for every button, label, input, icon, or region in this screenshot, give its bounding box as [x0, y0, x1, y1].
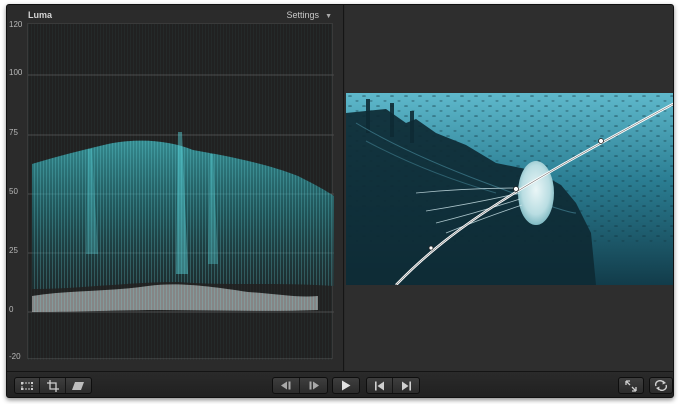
loop-button[interactable] — [650, 378, 672, 393]
settings-label: Settings — [286, 10, 320, 20]
transform-icon — [21, 381, 34, 390]
next-frame-button[interactable] — [300, 378, 327, 393]
waveform-plot — [27, 23, 334, 360]
jump-group — [366, 377, 420, 394]
axis-tick-label: 100 — [9, 68, 23, 77]
axis-tick-label: 120 — [9, 20, 23, 29]
scope-title: Luma — [28, 10, 53, 20]
axis-tick-label: 0 — [9, 305, 14, 314]
go-to-start-button[interactable] — [367, 378, 394, 393]
loop-icon — [654, 380, 668, 391]
video-frame-graphic — [346, 93, 673, 285]
axis-tick-label: 75 — [9, 128, 18, 137]
luma-scope-panel: Luma Settings ▼ 120 100 75 50 25 0 -20 — [7, 5, 344, 371]
waveform-graphic — [28, 24, 334, 360]
fullscreen-icon — [625, 379, 637, 392]
go-to-start-icon — [375, 381, 384, 390]
fullscreen-button[interactable] — [619, 378, 643, 393]
go-to-end-button[interactable] — [393, 378, 419, 393]
crop-icon — [46, 379, 59, 392]
previous-frame-button[interactable] — [273, 378, 301, 393]
distort-button[interactable] — [66, 378, 91, 393]
curve-control-point — [428, 245, 434, 251]
jellyfish — [518, 161, 554, 225]
axis-tick-label: 25 — [9, 246, 18, 255]
onscreen-controls-group — [14, 377, 92, 394]
loop-group — [649, 377, 673, 394]
crop-button[interactable] — [40, 378, 66, 393]
play-group — [332, 377, 360, 394]
previous-frame-icon — [281, 381, 291, 390]
play-button[interactable] — [333, 378, 359, 393]
bottom-toolbar — [7, 371, 673, 397]
fullscreen-group — [618, 377, 644, 394]
curve-control-point — [513, 186, 519, 192]
frame-step-group — [272, 377, 328, 394]
axis-tick-label: -20 — [9, 352, 21, 361]
curve-control-point — [598, 138, 604, 144]
distort-icon — [72, 381, 85, 390]
chevron-down-icon: ▼ — [325, 13, 332, 20]
axis-tick-label: 50 — [9, 187, 18, 196]
play-icon — [342, 380, 351, 391]
scope-header: Luma Settings ▼ — [7, 5, 344, 24]
settings-menu[interactable]: Settings ▼ — [287, 10, 332, 20]
viewer-panel — [345, 5, 673, 371]
go-to-end-icon — [401, 381, 411, 390]
next-frame-icon — [309, 381, 319, 390]
transform-button[interactable] — [15, 378, 41, 393]
app-window: Luma Settings ▼ 120 100 75 50 25 0 -20 — [6, 4, 674, 398]
video-frame[interactable] — [346, 93, 673, 285]
